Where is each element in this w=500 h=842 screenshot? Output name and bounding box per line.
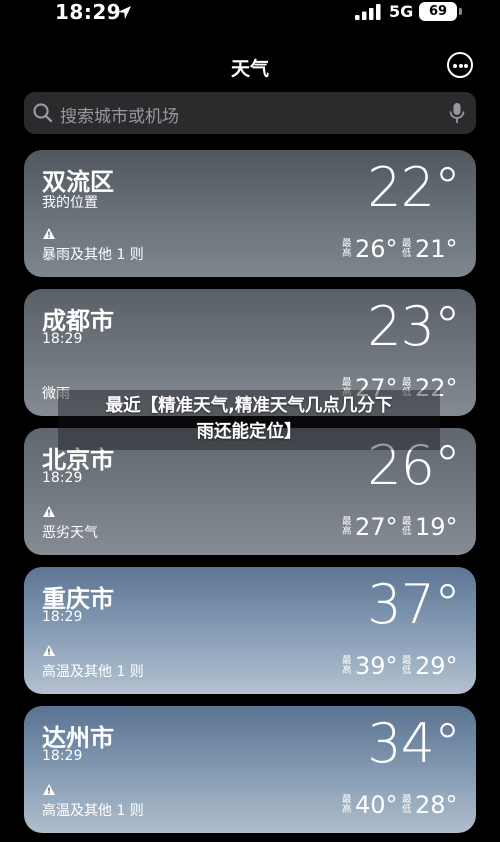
low-temperature: 最低 19°	[402, 513, 458, 541]
city-subtitle: 18:29	[42, 331, 83, 347]
city-subtitle: 18:29	[42, 470, 83, 486]
weather-card-shuangliu[interactable]: 双流区 我的位置 暴雨及其他 1 则 22° 最高 26° 最低 21°	[24, 150, 476, 277]
city-subtitle: 18:29	[42, 748, 83, 764]
weather-condition: 恶劣天气	[42, 525, 98, 541]
page-title: 天气	[230, 58, 269, 80]
high-temperature: 最高 26°	[342, 235, 398, 263]
high-temperature: 最高 40°	[342, 791, 398, 819]
overlay-line-2: 雨还能定位】	[196, 422, 302, 442]
search-field[interactable]: 搜索城市或机场	[24, 92, 476, 134]
current-temperature: 34°	[367, 712, 461, 775]
article-title-overlay: 最近【精准天气,精准天气几点几分下 雨还能定位】	[60, 393, 438, 445]
current-temperature: 37°	[367, 573, 461, 636]
signal-icon	[355, 4, 381, 20]
city-subtitle: 18:29	[42, 609, 83, 625]
warning-icon	[43, 228, 55, 239]
weather-condition: 暴雨及其他 1 则	[42, 247, 144, 263]
high-temperature: 最高 39°	[342, 652, 398, 680]
current-temperature: 23°	[367, 295, 461, 358]
search-icon	[33, 103, 53, 123]
status-bar: 18:29 5G 69	[0, 0, 500, 28]
warning-icon	[43, 645, 55, 656]
current-temperature: 22°	[367, 156, 461, 219]
location-arrow-icon	[117, 5, 132, 20]
battery-indicator: 69	[419, 2, 457, 21]
low-temperature: 最低 29°	[402, 652, 458, 680]
warning-icon	[43, 506, 55, 517]
weather-condition: 高温及其他 1 则	[42, 664, 144, 680]
low-temperature: 最低 28°	[402, 791, 458, 819]
weather-card-chongqing[interactable]: 重庆市 18:29 高温及其他 1 则 37° 最高 39° 最低 29°	[24, 567, 476, 694]
search-input[interactable]: 搜索城市或机场	[60, 102, 179, 127]
weather-card-dazhou[interactable]: 达州市 18:29 高温及其他 1 则 34° 最高 40° 最低 28°	[24, 706, 476, 833]
city-subtitle: 我的位置	[42, 195, 98, 211]
warning-icon	[43, 784, 55, 795]
weather-condition: 高温及其他 1 则	[42, 803, 144, 819]
network-type: 5G	[389, 2, 414, 21]
high-temperature: 最高 27°	[342, 513, 398, 541]
overlay-line-1: 最近【精准天气,精准天气几点几分下	[105, 396, 393, 416]
mic-icon[interactable]	[448, 102, 466, 124]
more-icon[interactable]	[447, 52, 473, 78]
low-temperature: 最低 21°	[402, 235, 458, 263]
status-time: 18:29	[55, 0, 122, 24]
battery-tip	[459, 8, 462, 15]
